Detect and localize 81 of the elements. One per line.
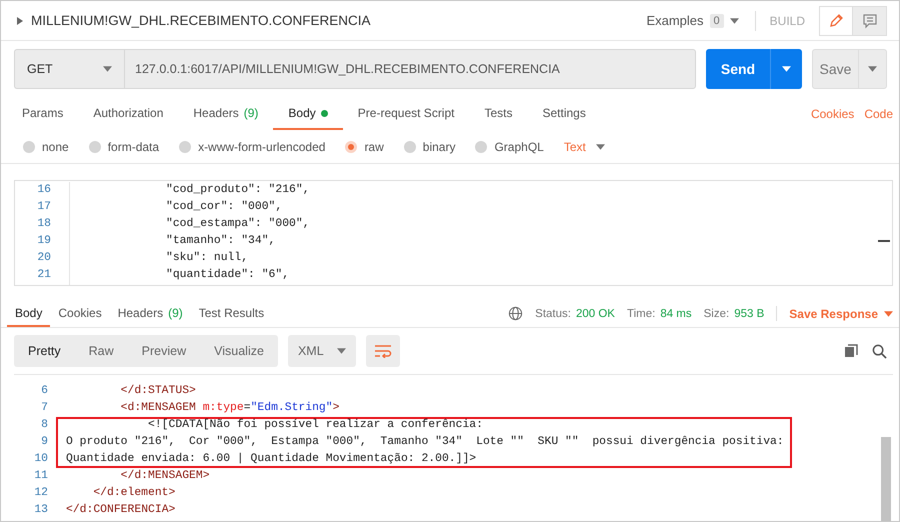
view-mode-tab[interactable]: Visualize bbox=[200, 335, 278, 367]
code-line: </d:MENSAGEM> bbox=[120, 468, 210, 484]
dropdown-caret-icon bbox=[730, 18, 739, 24]
search-icon[interactable] bbox=[872, 344, 887, 358]
tab[interactable]: Params bbox=[7, 98, 78, 130]
radio-button[interactable] bbox=[88, 140, 101, 152]
format-dropdown[interactable]: XML bbox=[288, 335, 356, 367]
tab[interactable]: Test Results bbox=[190, 300, 272, 327]
tab[interactable]: Body bbox=[273, 98, 343, 130]
tab[interactable]: Authorization bbox=[78, 98, 178, 130]
url-field[interactable]: 127.0.0.1:6017/API/MILLENIUM!GW_DHL.RECEBIMENTO.CONFERENCIA bbox=[124, 49, 696, 89]
radio-option[interactable]: x-www-form-urlencoded bbox=[179, 140, 326, 154]
code-line: </d:CONFERENCIA> bbox=[66, 502, 176, 518]
line-number: 20 bbox=[36, 251, 51, 266]
line-number: 9 bbox=[40, 435, 48, 450]
copy-icon[interactable] bbox=[844, 344, 858, 358]
view-mode-tab[interactable]: Raw bbox=[74, 335, 128, 367]
wrap-lines-button[interactable] bbox=[366, 335, 400, 367]
code-line: "cod_estampa": "000", bbox=[165, 216, 310, 232]
code-line: </d:STATUS> bbox=[120, 384, 196, 399]
status-item: Size: 953 B bbox=[704, 306, 764, 322]
examples-label[interactable]: Examples bbox=[646, 13, 704, 28]
tab[interactable]: Tests bbox=[469, 98, 528, 130]
line-number: 19 bbox=[36, 234, 51, 249]
tab[interactable]: Settings bbox=[528, 98, 601, 130]
radio-option[interactable]: GraphQL bbox=[475, 140, 544, 154]
line-number: 8 bbox=[40, 418, 48, 433]
method-label: GET bbox=[27, 62, 53, 76]
code-line: <d:MENSAGEM m:type="Edm.String"> bbox=[120, 400, 340, 416]
radio-option[interactable]: none bbox=[23, 140, 69, 154]
radio-button[interactable] bbox=[345, 140, 358, 152]
code-line: </d:element> bbox=[92, 486, 176, 501]
pencil-icon[interactable] bbox=[819, 6, 853, 36]
scroll-marker bbox=[878, 240, 890, 242]
line-number: 18 bbox=[36, 217, 51, 232]
code-line: Quantidade enviada: 6.00 | Quantidade Movimentação: 2.00.]]> bbox=[56, 451, 792, 468]
line-number: 11 bbox=[33, 469, 48, 484]
code-line: "quantidade": "6", bbox=[165, 268, 290, 283]
line-number: 17 bbox=[36, 200, 51, 215]
examples-count: 0 bbox=[710, 14, 724, 28]
line-number: 10 bbox=[33, 452, 48, 467]
line-number: 6 bbox=[40, 384, 48, 399]
line-number: 21 bbox=[36, 268, 51, 283]
radio-button[interactable] bbox=[404, 140, 416, 152]
code-line: "sku": null, bbox=[165, 250, 248, 266]
tab[interactable]: Headers (9) bbox=[178, 98, 274, 130]
radio-option[interactable]: raw bbox=[345, 140, 384, 154]
radio-option[interactable]: form-data bbox=[88, 140, 160, 154]
code-line: "tamanho": "34", bbox=[165, 234, 276, 249]
caret-icon bbox=[336, 348, 346, 354]
expand-arrow-icon[interactable] bbox=[17, 16, 23, 24]
line-number: 16 bbox=[36, 183, 51, 198]
line-number: 12 bbox=[33, 486, 48, 501]
line-number: 7 bbox=[40, 401, 48, 416]
status-item: Status: 200 OK bbox=[535, 306, 615, 322]
radio-button[interactable] bbox=[23, 140, 35, 152]
radio-option[interactable]: binary bbox=[404, 140, 456, 154]
caret-icon bbox=[596, 144, 605, 150]
status-item: Time: 84 ms bbox=[626, 306, 692, 322]
caret-icon bbox=[782, 66, 791, 72]
radio-button[interactable] bbox=[475, 140, 488, 152]
request-title: MILLENIUM!GW_DHL.RECEBIMENTO.CONFERENCIA bbox=[31, 13, 371, 28]
radio-button[interactable] bbox=[179, 140, 192, 152]
line-number: 13 bbox=[33, 503, 48, 518]
code-line: "cod_cor": "000", bbox=[165, 200, 282, 215]
caret-icon bbox=[884, 310, 893, 316]
scrollbar[interactable] bbox=[881, 437, 891, 521]
comment-icon[interactable] bbox=[853, 6, 887, 36]
method-dropdown[interactable]: GET bbox=[14, 49, 124, 89]
caret-icon bbox=[868, 66, 877, 72]
view-mode-tab[interactable]: Pretty bbox=[14, 335, 75, 367]
code-line: O produto "216", Cor "000", Estampa "000", Tamanho "34" Lote "" SKU "" possui divergência positiva: bbox=[56, 434, 792, 451]
caret-icon bbox=[103, 66, 112, 72]
tab[interactable]: Cookies bbox=[50, 300, 110, 327]
tab[interactable]: Body bbox=[7, 300, 50, 327]
code-line: "cod_produto": "216", bbox=[165, 182, 310, 198]
code-line: <![CDATA[Não foi possível realizar a conferência: bbox=[56, 417, 792, 434]
view-mode-tab[interactable]: Preview bbox=[128, 335, 200, 367]
tab[interactable]: Headers (9) bbox=[110, 300, 191, 327]
wrap-lines-icon bbox=[374, 344, 392, 358]
tab[interactable]: Pre-request Script bbox=[342, 98, 470, 130]
